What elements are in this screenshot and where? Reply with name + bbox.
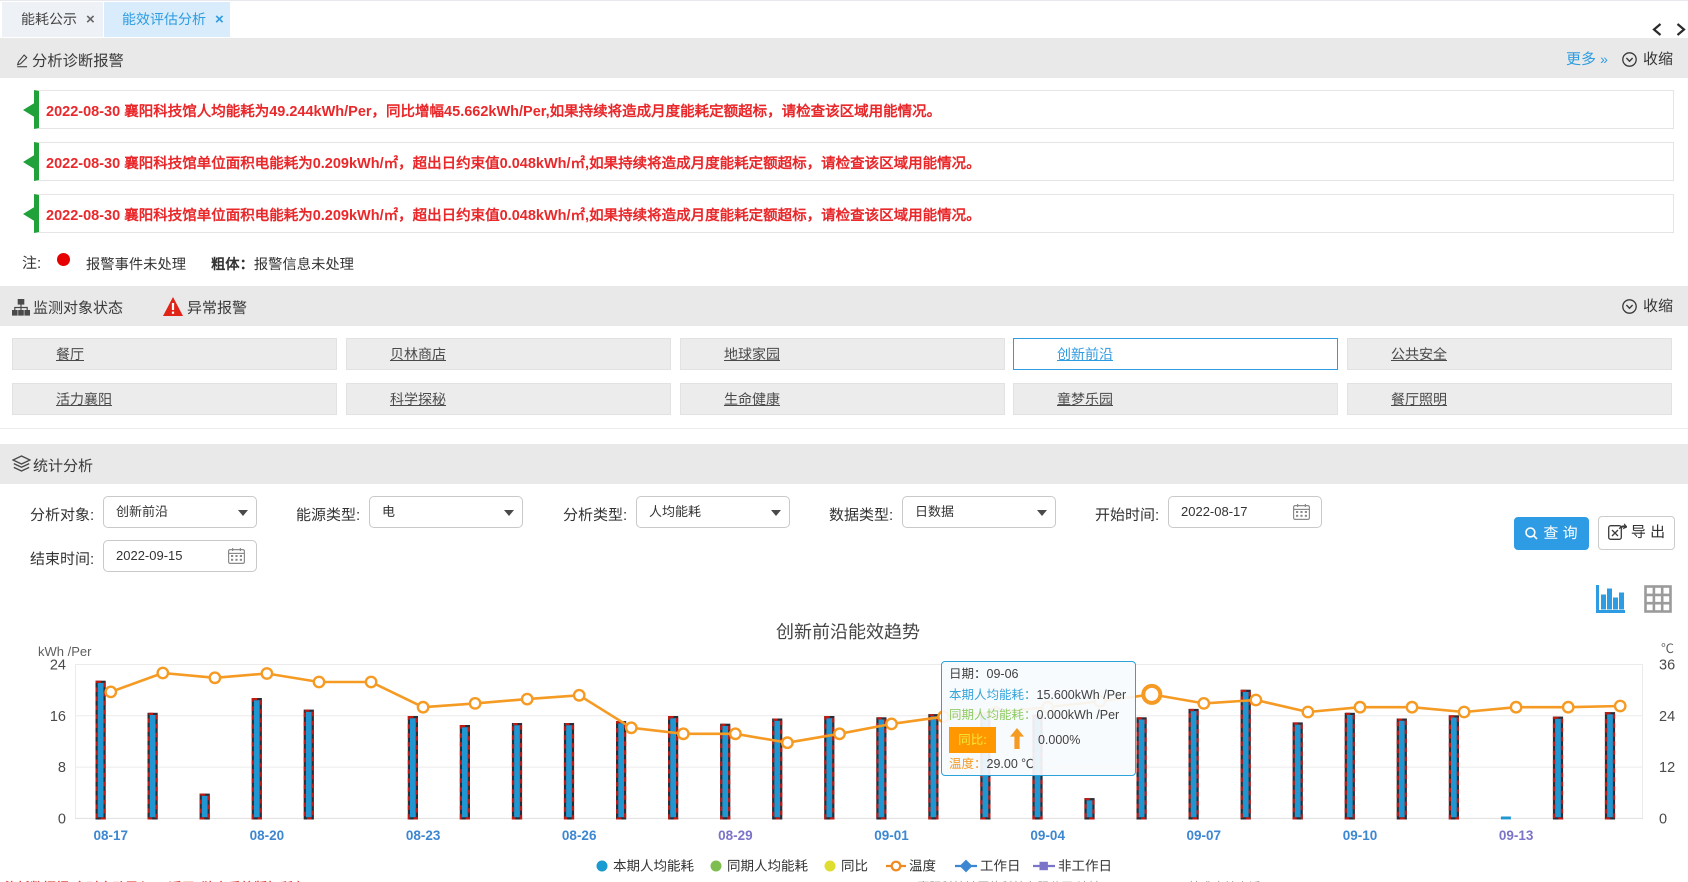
svg-text:36: 36 [1659,658,1675,674]
svg-text:09-07: 09-07 [1187,828,1222,843]
svg-text:0: 0 [1659,811,1667,827]
svg-text:08-29: 08-29 [718,828,753,843]
svg-text:本期人均能耗: 本期人均能耗 [613,855,694,875]
svg-text:同比: 同比 [841,855,868,875]
svg-text:非工作日: 非工作日 [1058,855,1112,875]
svg-text:09-13: 09-13 [1499,828,1534,843]
svg-text:09-01: 09-01 [874,828,909,843]
svg-text:℃: ℃ [1661,638,1674,657]
svg-text:08-26: 08-26 [562,828,597,843]
svg-text:24: 24 [50,658,66,674]
svg-text:同期人均能耗: 同期人均能耗 [727,855,808,875]
svg-text:08-17: 08-17 [94,828,129,843]
svg-text:09-04: 09-04 [1030,828,1065,843]
svg-text:工作日: 工作日 [980,855,1021,875]
svg-text:12: 12 [1659,760,1675,776]
svg-text:09-10: 09-10 [1343,828,1378,843]
svg-text:0: 0 [58,811,66,827]
svg-text:16: 16 [50,709,66,725]
svg-text:温度: 温度 [909,855,936,875]
svg-text:08-20: 08-20 [250,828,285,843]
svg-text:8: 8 [58,760,66,776]
svg-text:24: 24 [1659,709,1675,725]
svg-text:创新前沿能效趋势: 创新前沿能效趋势 [776,618,920,644]
svg-text:08-23: 08-23 [406,828,441,843]
